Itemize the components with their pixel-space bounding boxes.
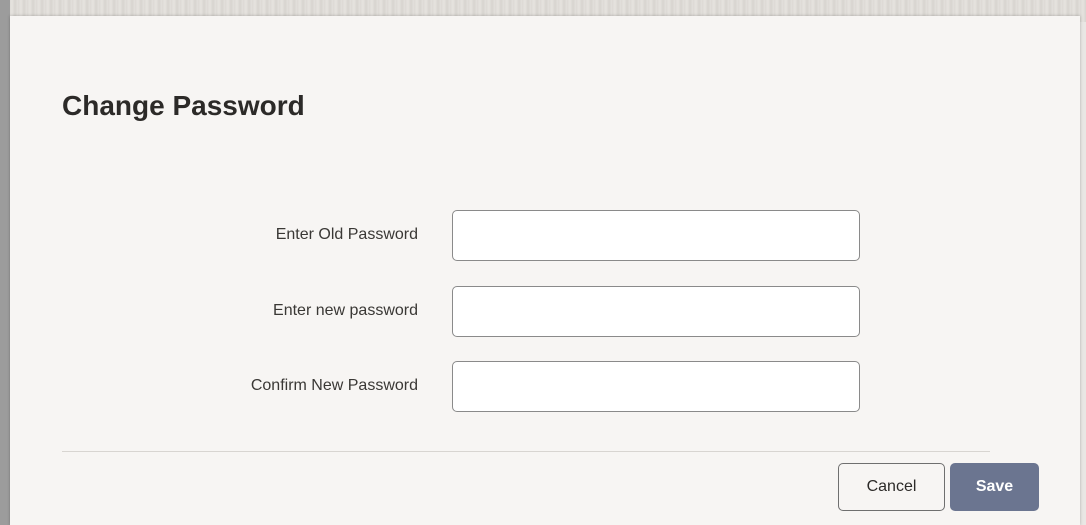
- old-password-row: Enter Old Password: [10, 210, 1080, 262]
- old-password-label: Enter Old Password: [275, 226, 418, 243]
- footer-divider: [62, 451, 990, 452]
- new-password-row: Enter new password: [10, 286, 1080, 338]
- new-password-label: Enter new password: [273, 302, 418, 319]
- new-password-input[interactable]: [452, 286, 860, 337]
- confirm-password-row: Confirm New Password: [10, 361, 1080, 413]
- background-left-edge: [0, 0, 10, 525]
- old-password-input[interactable]: [452, 210, 860, 261]
- save-button[interactable]: Save: [950, 463, 1039, 511]
- dialog-title: Change Password: [62, 90, 305, 121]
- confirm-password-input[interactable]: [452, 361, 860, 412]
- change-password-dialog: Change Password Enter Old Password Enter…: [10, 16, 1080, 525]
- confirm-password-label: Confirm New Password: [250, 377, 418, 394]
- cancel-button[interactable]: Cancel: [838, 463, 945, 511]
